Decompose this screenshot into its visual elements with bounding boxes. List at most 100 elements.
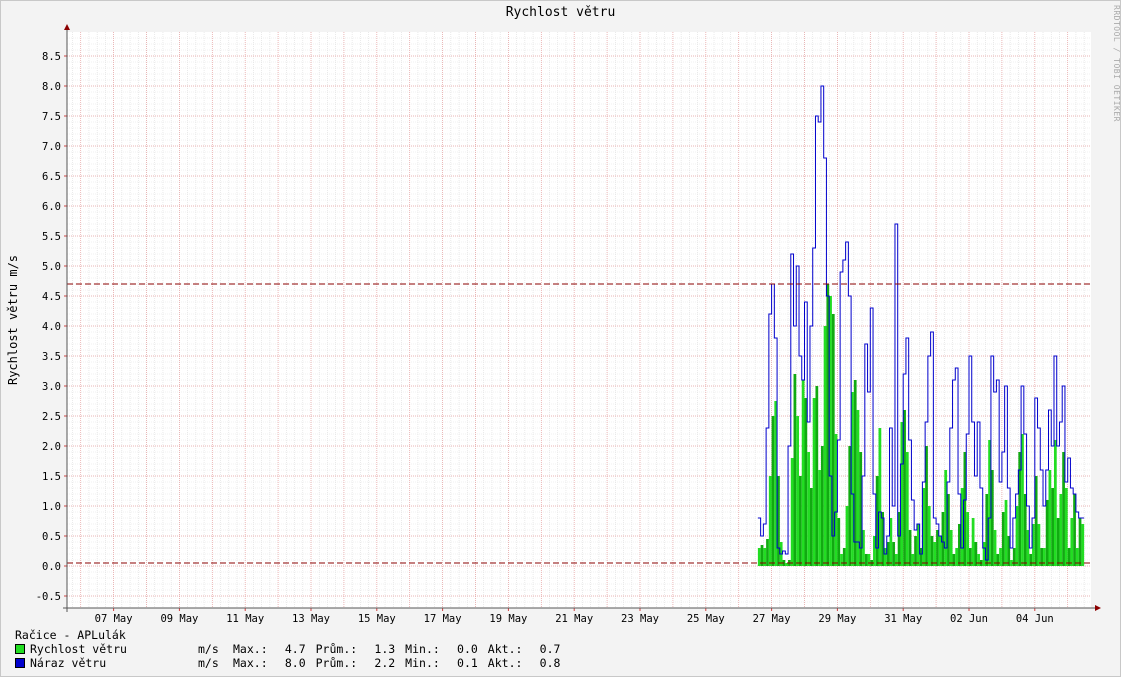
legend-row: Náraz větru m/s Max.: 8.0 Prům.: 2.2 Min… bbox=[15, 656, 570, 670]
area-bar bbox=[1001, 512, 1005, 566]
area-bar bbox=[864, 554, 868, 566]
area-bar bbox=[905, 452, 909, 566]
legend-row: Rychlost větru m/s Max.: 4.7 Prům.: 1.3 … bbox=[15, 642, 570, 656]
y-tick-label: 6.0 bbox=[42, 201, 61, 213]
legend: Račice - APLulák Rychlost větru m/s Max.… bbox=[15, 628, 570, 670]
x-tick-label: 04 Jun bbox=[1016, 613, 1054, 625]
area-bar bbox=[892, 542, 895, 566]
area-bar bbox=[894, 554, 898, 566]
y-tick-label: 0.5 bbox=[42, 531, 61, 543]
y-tick-label: 5.5 bbox=[42, 231, 61, 243]
legend-avg-label: Prům.: bbox=[315, 656, 358, 670]
area-bar bbox=[949, 530, 953, 566]
area-bar bbox=[766, 539, 769, 566]
x-tick-label: 09 May bbox=[160, 613, 198, 625]
x-tick-label: 13 May bbox=[292, 613, 330, 625]
area-bar bbox=[823, 326, 827, 566]
x-tick-label: 17 May bbox=[424, 613, 462, 625]
area-bar bbox=[812, 398, 816, 566]
y-tick-label: 2.5 bbox=[42, 411, 61, 423]
area-bar bbox=[801, 380, 805, 566]
area-bar bbox=[1029, 554, 1033, 566]
area-bar bbox=[952, 554, 956, 566]
x-tick-label: 19 May bbox=[489, 613, 527, 625]
x-tick-label: 15 May bbox=[358, 613, 396, 625]
legend-cur-value: 0.7 bbox=[539, 642, 561, 656]
legend-series-name: Rychlost větru bbox=[30, 642, 127, 656]
area-bar bbox=[933, 542, 937, 566]
area-bar bbox=[837, 518, 841, 566]
area-bar bbox=[908, 530, 912, 566]
area-bar bbox=[955, 548, 959, 566]
area-bar bbox=[809, 488, 813, 566]
y-tick-label: 8.5 bbox=[42, 51, 61, 63]
area-bar bbox=[818, 470, 821, 566]
area-bar bbox=[1048, 470, 1052, 566]
area-bar bbox=[930, 536, 934, 566]
x-tick-label: 07 May bbox=[95, 613, 133, 625]
area-bar bbox=[1081, 524, 1085, 566]
y-tick-label: 5.0 bbox=[42, 261, 61, 273]
area-bar bbox=[768, 476, 772, 566]
chart-svg: -0.5 0.0 0.5 1.0 1.5 2.0 2.5 3.0 3.5 4.0 4.5 5.0 5.5… bbox=[36, 24, 1101, 625]
y-tick-label: 1.5 bbox=[42, 471, 61, 483]
legend-unit: m/s bbox=[198, 642, 219, 656]
legend-max-label: Max.: bbox=[233, 656, 268, 670]
x-tick-label: 25 May bbox=[687, 613, 725, 625]
x-tick-label: 11 May bbox=[226, 613, 264, 625]
area-bar bbox=[1064, 488, 1068, 566]
area-bar bbox=[1070, 518, 1074, 566]
y-tick-label: 6.5 bbox=[42, 171, 61, 183]
legend-cur-label: Akt.: bbox=[487, 656, 523, 670]
area-bar bbox=[1053, 440, 1057, 566]
area-bar bbox=[804, 398, 808, 566]
y-tick-label: 3.5 bbox=[42, 351, 61, 363]
legend-avg-label: Prům.: bbox=[315, 642, 358, 656]
area-bar bbox=[993, 530, 997, 566]
x-tick-label: 31 May bbox=[884, 613, 922, 625]
area-bar bbox=[840, 554, 843, 566]
y-tick-label: 8.0 bbox=[42, 81, 61, 93]
legend-max-value: 4.7 bbox=[284, 642, 306, 656]
y-tick-label: 4.5 bbox=[42, 291, 61, 303]
x-tick-label: 21 May bbox=[555, 613, 593, 625]
area-bar bbox=[796, 416, 800, 566]
area-bar bbox=[914, 536, 917, 566]
legend-min-label: Min.: bbox=[405, 642, 440, 656]
x-tick-label: 02 Jun bbox=[950, 613, 988, 625]
y-tick-label: 3.0 bbox=[42, 381, 61, 393]
legend-swatch-gust bbox=[15, 658, 25, 668]
area-bar bbox=[807, 452, 810, 566]
area-bar bbox=[1004, 500, 1008, 566]
legend-min-label: Min.: bbox=[405, 656, 440, 670]
area-bar bbox=[1059, 494, 1063, 566]
area-bar bbox=[790, 458, 794, 566]
area-bar bbox=[911, 554, 915, 566]
x-tick-label: 27 May bbox=[753, 613, 791, 625]
area-bar bbox=[845, 506, 849, 566]
legend-avg-value: 1.3 bbox=[374, 642, 396, 656]
area-bar bbox=[793, 374, 797, 566]
area-bar bbox=[974, 542, 978, 566]
legend-cur-label: Akt.: bbox=[487, 642, 523, 656]
area-bar bbox=[1078, 518, 1082, 566]
area-bar bbox=[820, 446, 824, 566]
legend-unit: m/s bbox=[198, 656, 219, 670]
area-bar bbox=[1056, 518, 1060, 566]
y-tick-label: 2.0 bbox=[42, 441, 61, 453]
area-bar bbox=[927, 506, 931, 566]
area-bar bbox=[1037, 524, 1041, 566]
legend-min-value: 0.0 bbox=[457, 642, 478, 656]
legend-series-name: Náraz větru bbox=[30, 656, 107, 670]
y-tick-label: 7.5 bbox=[42, 111, 61, 123]
y-tick-label: 4.0 bbox=[42, 321, 61, 333]
area-bar bbox=[1051, 488, 1054, 566]
area-bar bbox=[966, 512, 969, 566]
y-tick-label: 1.0 bbox=[42, 501, 61, 513]
area-bar bbox=[815, 386, 819, 566]
area-bar bbox=[977, 554, 980, 566]
y-tick-label: -0.5 bbox=[36, 591, 61, 603]
area-bar bbox=[867, 554, 871, 566]
x-tick-label: 23 May bbox=[621, 613, 659, 625]
x-tick-label: 29 May bbox=[818, 613, 856, 625]
